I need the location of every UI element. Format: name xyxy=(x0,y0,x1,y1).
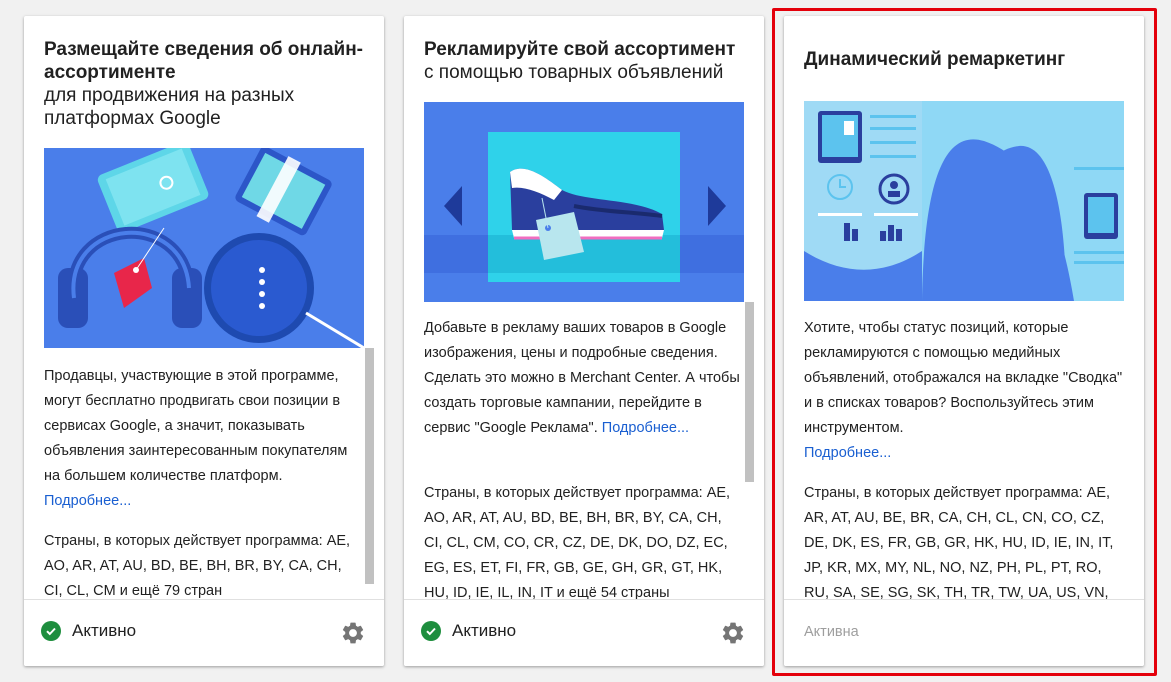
sneaker-carousel-illustration xyxy=(424,102,744,302)
more-link[interactable]: Подробнее... xyxy=(804,441,1124,466)
card-title-bold: Динамический ремаркетинг xyxy=(804,49,1066,70)
description-text: Добавьте в рекламу ваших товаров в Googl… xyxy=(424,320,740,436)
card-description: Хотите, чтобы статус позиций, которые ре… xyxy=(804,316,1124,466)
dynamic-remarketing-illustration xyxy=(804,101,1124,301)
description-text: Хотите, чтобы статус позиций, которые ре… xyxy=(804,320,1123,436)
gear-icon[interactable] xyxy=(720,620,746,646)
program-card-free-listings: Размещайте сведения об онлайн-ассортимен… xyxy=(24,16,384,666)
scrollbar[interactable] xyxy=(745,302,754,482)
card-footer: Активно xyxy=(404,599,764,666)
card-footer: Активно xyxy=(24,599,384,666)
more-link[interactable]: Подробнее... xyxy=(602,420,689,436)
check-circle-icon xyxy=(421,621,441,641)
devices-headphones-illustration xyxy=(44,148,364,348)
countries-list: Страны, в которых действует программа: A… xyxy=(424,485,731,601)
status-indicator: Активно xyxy=(421,621,516,641)
card-title-sub: для продвижения на разных платформах Goo… xyxy=(44,85,295,129)
status-label: Активна xyxy=(804,624,859,640)
card-title: Динамический ремаркетинг xyxy=(804,48,1124,71)
card-title-bold: Размещайте сведения об онлайн-ассортимен… xyxy=(44,39,364,83)
status-indicator: Активно xyxy=(41,621,136,641)
card-title: Размещайте сведения об онлайн-ассортимен… xyxy=(44,38,364,130)
countries-list: Страны, в которых действует программа: A… xyxy=(804,485,1114,601)
status-label: Активно xyxy=(452,621,517,640)
program-card-shopping-ads: Рекламируйте свой ассортимент с помощью … xyxy=(404,16,764,666)
more-link[interactable]: Подробнее... xyxy=(44,493,131,509)
description-text: Продавцы, участвующие в этой программе, … xyxy=(44,368,348,484)
scrollbar[interactable] xyxy=(365,348,374,584)
gear-icon[interactable] xyxy=(340,620,366,646)
program-card-dynamic-remarketing: Динамический ремаркетинг Хотите, чтобы с… xyxy=(784,16,1144,666)
status-label: Активно xyxy=(72,621,137,640)
card-title: Рекламируйте свой ассортимент с помощью … xyxy=(424,38,744,84)
countries-list: Страны, в которых действует программа: A… xyxy=(44,533,351,599)
card-footer: Активна xyxy=(784,599,1144,666)
card-title-bold: Рекламируйте свой ассортимент xyxy=(424,39,736,60)
card-description: Добавьте в рекламу ваших товаров в Googl… xyxy=(424,316,744,441)
card-title-sub: с помощью товарных объявлений xyxy=(424,62,724,83)
check-circle-icon xyxy=(41,621,61,641)
card-description: Продавцы, участвующие в этой программе, … xyxy=(44,364,364,514)
